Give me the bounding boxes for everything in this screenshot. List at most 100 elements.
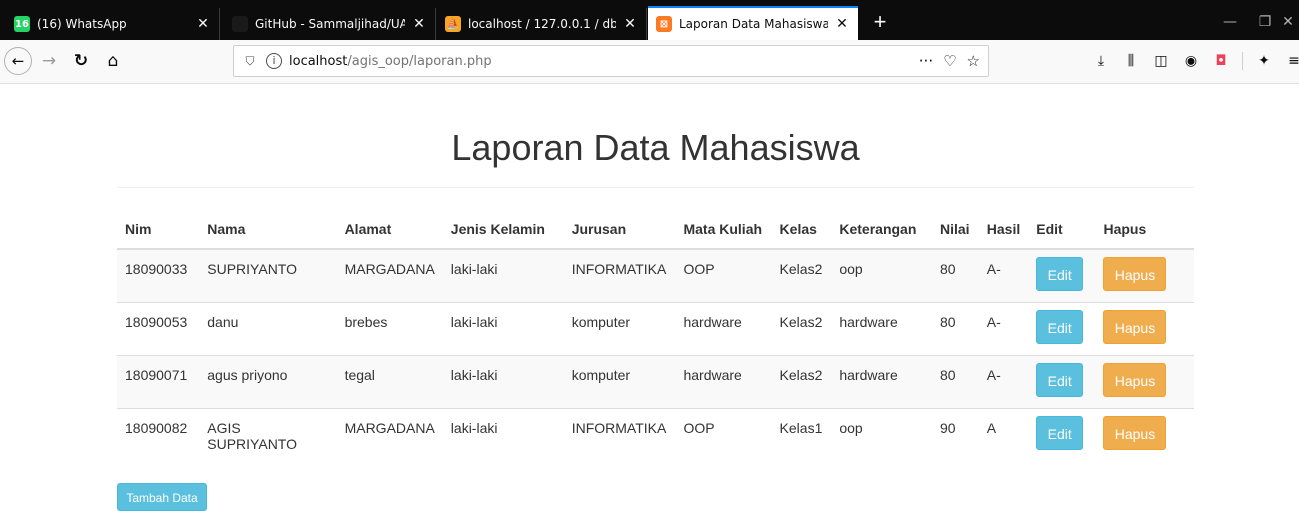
download-icon[interactable]: ⤓ bbox=[1086, 53, 1116, 69]
cell-nilai: 80 bbox=[931, 354, 979, 408]
column-header: Jenis Kelamin bbox=[442, 209, 564, 250]
new-tab-button[interactable]: + bbox=[868, 8, 892, 36]
table-header-row: Nim Nama Alamat Jenis Kelamin Jurusan Ma… bbox=[117, 209, 1194, 250]
column-header: Nim bbox=[117, 209, 200, 250]
cell-hapus: Hapus bbox=[1095, 407, 1194, 461]
address-bar[interactable]: ⛉ i localhost/agis_oop/laporan.php ··· ♡… bbox=[233, 45, 989, 77]
tab-title: (16) WhatsApp bbox=[37, 17, 127, 31]
cell-edit: Edit bbox=[1028, 301, 1096, 355]
bookmark-star-icon[interactable]: ☆ bbox=[967, 52, 980, 70]
phpmyadmin-icon: ⛵ bbox=[445, 16, 461, 32]
window-close-icon[interactable]: ✕ bbox=[1277, 8, 1299, 36]
edit-button[interactable]: Edit bbox=[1036, 257, 1084, 291]
cell-alamat: brebes bbox=[336, 301, 443, 355]
tab-whatsapp[interactable]: 16 (16) WhatsApp ✕ bbox=[6, 8, 220, 40]
cell-nilai: 90 bbox=[931, 407, 979, 461]
cell-jurusan: komputer bbox=[563, 354, 676, 408]
toolbar-right: ⤓ ⫼ ◫ ◉ ◘ ✦ ≡ bbox=[1086, 46, 1299, 76]
account-icon[interactable]: ◉ bbox=[1176, 53, 1206, 69]
cell-mata-kuliah: hardware bbox=[675, 301, 772, 355]
cell-hasil: A bbox=[978, 407, 1029, 461]
cell-jurusan: INFORMATIKA bbox=[563, 248, 676, 302]
cell-mata-kuliah: hardware bbox=[675, 354, 772, 408]
cell-nama: danu bbox=[199, 301, 337, 355]
edit-button[interactable]: Edit bbox=[1036, 362, 1084, 397]
menu-icon[interactable]: ≡ bbox=[1279, 53, 1299, 69]
back-icon[interactable]: ← bbox=[4, 47, 32, 75]
cell-nim: 18090071 bbox=[117, 354, 200, 408]
edit-button[interactable]: Edit bbox=[1036, 309, 1084, 344]
pocket-icon[interactable]: ◘ bbox=[1206, 53, 1236, 69]
cell-mata-kuliah: OOP bbox=[675, 407, 772, 461]
cell-nilai: 80 bbox=[931, 248, 979, 302]
column-header: Kelas bbox=[771, 209, 832, 250]
close-icon[interactable]: ✕ bbox=[622, 16, 638, 32]
column-header: Nama bbox=[199, 209, 337, 250]
close-icon[interactable]: ✕ bbox=[195, 16, 211, 32]
cell-kelas: Kelas2 bbox=[771, 354, 832, 408]
tab-phpmyadmin[interactable]: ⛵ localhost / 127.0.0.1 / db_mhs / ✕ bbox=[437, 8, 647, 40]
cell-nama: agus priyono bbox=[199, 354, 337, 408]
cell-nim: 18090053 bbox=[117, 301, 200, 355]
cell-keterangan: oop bbox=[831, 248, 932, 302]
home-icon[interactable]: ⌂ bbox=[98, 46, 128, 76]
table-row: 18090082 AGIS SUPRIYANTO MARGADANA laki-… bbox=[117, 407, 1194, 461]
column-header: Nilai bbox=[931, 209, 979, 250]
close-icon[interactable]: ✕ bbox=[834, 16, 850, 32]
github-icon bbox=[232, 16, 248, 32]
edit-button[interactable]: Edit bbox=[1036, 415, 1084, 450]
whatsapp-icon: 16 bbox=[14, 16, 30, 32]
cell-mata-kuliah: OOP bbox=[675, 248, 772, 302]
url-actions: ··· ♡ ☆ bbox=[919, 46, 980, 76]
hapus-button[interactable]: Hapus bbox=[1103, 309, 1167, 344]
cell-hapus: Hapus bbox=[1095, 354, 1194, 408]
extensions-icon[interactable]: ✦ bbox=[1249, 53, 1279, 69]
forward-icon[interactable]: → bbox=[34, 46, 64, 76]
close-icon[interactable]: ✕ bbox=[411, 16, 427, 32]
column-header: Hasil bbox=[978, 209, 1029, 250]
column-header: Mata Kuliah bbox=[675, 209, 772, 250]
hapus-button[interactable]: Hapus bbox=[1103, 415, 1167, 450]
tab-github[interactable]: GitHub - Sammaljihad/UAS-O ✕ bbox=[224, 8, 436, 40]
divider bbox=[117, 187, 1194, 188]
tab-title: localhost / 127.0.0.1 / db_mhs / bbox=[468, 17, 616, 31]
cell-kelas: Kelas2 bbox=[771, 301, 832, 355]
tab-laporan[interactable]: ⊠ Laporan Data Mahasiswa ✕ bbox=[648, 6, 858, 40]
cell-nama: SUPRIYANTO bbox=[199, 248, 337, 302]
sidebar-icon[interactable]: ◫ bbox=[1146, 53, 1176, 69]
cell-jenis-kelamin: laki-laki bbox=[442, 301, 564, 355]
cell-kelas: Kelas2 bbox=[771, 248, 832, 302]
cell-hasil: A- bbox=[978, 248, 1029, 302]
column-header: Alamat bbox=[336, 209, 443, 250]
xampp-icon: ⊠ bbox=[656, 16, 672, 32]
hapus-button[interactable]: Hapus bbox=[1103, 362, 1167, 397]
library-icon[interactable]: ⫼ bbox=[1116, 53, 1146, 69]
cell-nim: 18090082 bbox=[117, 407, 200, 461]
site-info-icon[interactable]: i bbox=[266, 53, 282, 69]
cell-jurusan: komputer bbox=[563, 301, 676, 355]
cell-keterangan: hardware bbox=[831, 354, 932, 408]
cell-jurusan: INFORMATIKA bbox=[563, 407, 676, 461]
reload-icon[interactable]: ↻ bbox=[66, 46, 96, 76]
hapus-button[interactable]: Hapus bbox=[1103, 257, 1167, 291]
tracking-shield-icon[interactable]: ⛉ bbox=[242, 54, 258, 69]
tab-title: GitHub - Sammaljihad/UAS-O bbox=[255, 17, 405, 31]
minimize-icon[interactable]: — bbox=[1210, 8, 1250, 36]
column-header: Jurusan bbox=[563, 209, 676, 250]
tambah-data-button[interactable]: Tambah Data bbox=[117, 483, 207, 511]
column-header: Keterangan bbox=[831, 209, 932, 250]
url-path: /agis_oop/laporan.php bbox=[347, 53, 492, 69]
cell-nama: AGIS SUPRIYANTO bbox=[199, 407, 337, 461]
browser-nav-bar: ← → ↻ ⌂ ⛉ i localhost/agis_oop/laporan.p… bbox=[0, 40, 1299, 84]
page-actions-icon[interactable]: ··· bbox=[919, 52, 933, 70]
mahasiswa-table: Nim Nama Alamat Jenis Kelamin Jurusan Ma… bbox=[117, 209, 1194, 461]
cell-edit: Edit bbox=[1028, 407, 1096, 461]
page-title: Laporan Data Mahasiswa bbox=[451, 127, 860, 168]
cell-hasil: A- bbox=[978, 301, 1029, 355]
pocket-save-icon[interactable]: ♡ bbox=[943, 52, 956, 70]
cell-nilai: 80 bbox=[931, 301, 979, 355]
cell-hasil: A- bbox=[978, 354, 1029, 408]
cell-alamat: MARGADANA bbox=[336, 248, 443, 302]
column-header: Hapus bbox=[1095, 209, 1194, 250]
cell-jenis-kelamin: laki-laki bbox=[442, 354, 564, 408]
